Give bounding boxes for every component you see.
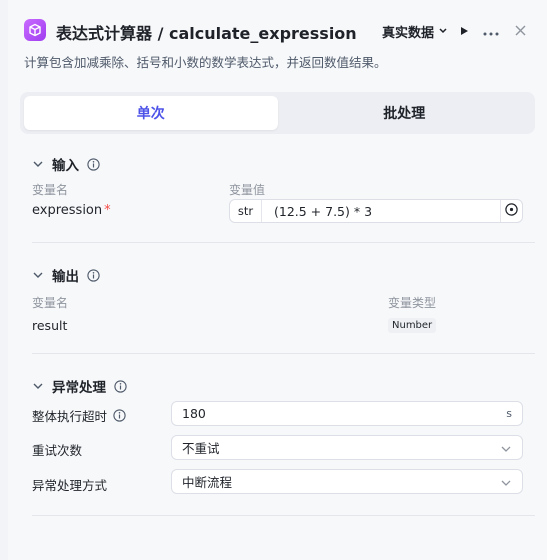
- chevron-down-icon: [32, 269, 44, 281]
- tab-batch[interactable]: 批处理: [278, 96, 532, 130]
- play-icon: [459, 21, 469, 40]
- more-button[interactable]: [481, 20, 501, 40]
- chevron-down-icon: [438, 24, 448, 39]
- panel-header: 表达式计算器 / calculate_expression 真实数据 计算包含加…: [8, 0, 547, 80]
- node-description: 计算包含加减乘除、括号和小数的数学表达式，并返回数值结果。: [24, 55, 387, 70]
- divider: [32, 515, 535, 516]
- target-icon: [505, 203, 518, 219]
- chevron-down-icon: [500, 477, 512, 489]
- input-section-title: 输入: [52, 158, 79, 174]
- chevron-down-icon: [500, 443, 512, 455]
- info-icon: [114, 379, 127, 393]
- timeout-label: 整体执行超时: [32, 406, 126, 425]
- data-mode-dropdown[interactable]: 真实数据: [382, 22, 448, 41]
- required-mark: *: [104, 203, 111, 218]
- retry-value: 不重试: [182, 441, 220, 456]
- input-section-header[interactable]: 输入: [32, 154, 100, 174]
- mode-tabs: 单次 批处理: [20, 92, 535, 134]
- timeout-label-text: 整体执行超时: [32, 409, 108, 424]
- timeout-unit: s: [506, 407, 512, 420]
- output-col-type: 变量类型: [388, 296, 437, 310]
- chevron-down-icon: [32, 158, 44, 170]
- handling-value: 中断流程: [182, 475, 233, 490]
- chevron-down-icon: [32, 380, 44, 392]
- output-section-header[interactable]: 输出: [32, 265, 100, 285]
- param-name-text: expression: [32, 203, 103, 218]
- output-section-title: 输出: [52, 269, 79, 285]
- variable-picker-button[interactable]: [500, 200, 522, 222]
- info-icon: [113, 409, 126, 422]
- divider: [32, 242, 535, 243]
- param-name: expression *: [32, 203, 111, 218]
- tab-single[interactable]: 单次: [24, 96, 278, 130]
- run-button[interactable]: [454, 20, 474, 40]
- info-icon: [87, 157, 100, 171]
- expression-input[interactable]: str (12.5 + 7.5) * 3: [229, 199, 523, 223]
- info-icon: [87, 268, 100, 282]
- page-title: 表达式计算器 / calculate_expression: [56, 24, 357, 43]
- error-section-header[interactable]: 异常处理: [32, 376, 127, 396]
- retry-label: 重试次数: [32, 443, 83, 458]
- more-icon: [483, 21, 499, 40]
- data-mode-label: 真实数据: [382, 26, 435, 41]
- input-col-value: 变量值: [229, 183, 266, 197]
- output-param-name: result: [32, 318, 68, 333]
- timeout-input[interactable]: 180 s: [171, 401, 523, 426]
- handling-label: 异常处理方式: [32, 478, 108, 493]
- handling-select[interactable]: 中断流程: [171, 469, 523, 494]
- error-section-title: 异常处理: [52, 380, 106, 396]
- expression-value: (12.5 + 7.5) * 3: [274, 203, 373, 219]
- input-col-name: 变量名: [32, 183, 69, 197]
- close-button[interactable]: [510, 20, 530, 40]
- retry-select[interactable]: 不重试: [171, 435, 523, 460]
- timeout-value: 180: [182, 406, 206, 421]
- type-tag: str: [230, 200, 262, 222]
- node-panel: 表达式计算器 / calculate_expression 真实数据 计算包含加…: [8, 0, 547, 560]
- close-icon: [515, 21, 526, 40]
- cube-icon: [24, 19, 46, 41]
- content-area: 输入 变量名 变量值 expression * str (12.5 + 7.5) …: [20, 142, 535, 560]
- type-badge: Number: [388, 318, 437, 333]
- output-col-name: 变量名: [32, 296, 69, 310]
- divider: [32, 353, 535, 354]
